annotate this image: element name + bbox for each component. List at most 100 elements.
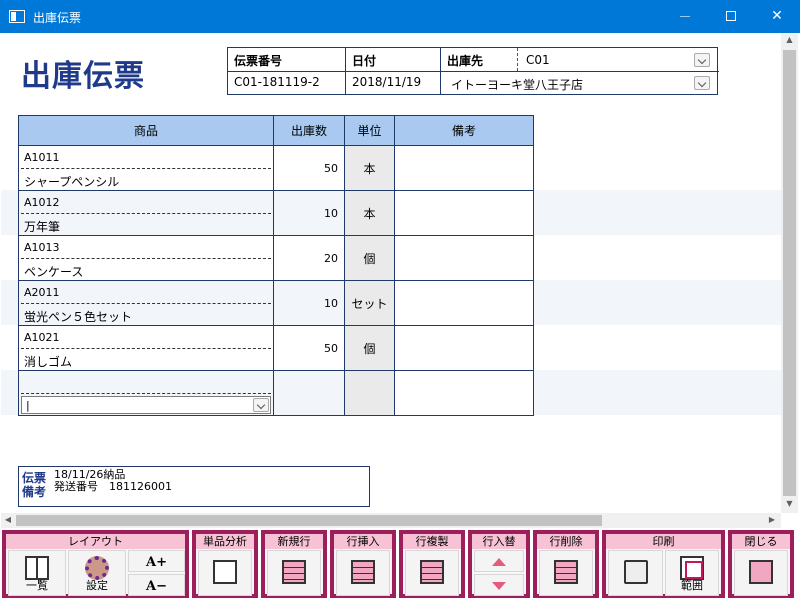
print-range-label: 範囲 [681, 579, 703, 592]
new-item-cell[interactable]: | [18, 370, 274, 416]
new-note-cell[interactable] [394, 370, 534, 416]
note-cell[interactable] [394, 190, 534, 236]
slip-no-value[interactable]: C01-181119-2 [234, 75, 320, 89]
table-row[interactable]: A1012 万年筆 10 本 [18, 190, 534, 236]
unit-cell: 本 [344, 145, 395, 191]
maximize-icon [726, 11, 736, 21]
analysis-button[interactable] [198, 550, 252, 596]
item-code: A1013 [24, 241, 60, 254]
slip-header: 伝票番号 C01-181119-2 日付 2018/11/19 出庫先 C01 … [227, 47, 719, 95]
qty-cell[interactable]: 20 [273, 235, 345, 281]
horizontal-scroll-thumb[interactable] [16, 515, 602, 526]
item-cell[interactable]: A2011 蛍光ペン５色セット [18, 280, 274, 326]
minimize-button[interactable] [662, 0, 708, 33]
dest-label: 出庫先 [447, 54, 484, 68]
slip-memo[interactable]: 伝票備考 18/11/26納品 発送番号 181126001 [18, 466, 370, 507]
dest-code-dropdown[interactable] [694, 53, 710, 67]
copy-row-group-title: 行複製 [403, 534, 461, 549]
memo-label: 伝票備考 [22, 471, 47, 499]
col-header-unit[interactable]: 単位 [344, 115, 395, 146]
qty-cell[interactable]: 10 [273, 190, 345, 236]
vertical-scrollbar[interactable]: ▲ ▼ [781, 33, 798, 513]
font-down-icon: A− [146, 579, 167, 594]
layout-group-title: レイアウト [6, 534, 185, 549]
close-window-button[interactable]: ✕ [754, 0, 800, 33]
note-cell[interactable] [394, 325, 534, 371]
new-qty-cell[interactable] [273, 370, 345, 416]
scroll-left-icon[interactable]: ◀ [1, 515, 15, 524]
new-row-group-title: 新規行 [265, 534, 323, 549]
table-row[interactable]: A1013 ペンケース 20 個 [18, 235, 534, 281]
qty-cell[interactable]: 50 [273, 145, 345, 191]
insert-row-button[interactable] [336, 550, 390, 596]
window-title: 出庫伝票 [33, 11, 82, 25]
note-cell[interactable] [394, 280, 534, 326]
move-row-down-button[interactable] [474, 574, 524, 596]
table-row[interactable]: A2011 蛍光ペン５色セット 10 セット [18, 280, 534, 326]
new-unit-cell [344, 370, 395, 416]
qty-cell[interactable]: 50 [273, 325, 345, 371]
copy-row-group: 行複製 [399, 530, 465, 598]
swap-row-group: 行入替 [468, 530, 530, 598]
delete-row-group: 行削除 [533, 530, 599, 598]
font-down-button[interactable]: A− [128, 574, 185, 596]
new-entry-row[interactable]: | [18, 370, 534, 416]
maximize-button[interactable] [708, 0, 754, 33]
item-name: 蛍光ペン５色セット [24, 310, 133, 324]
slip-no-label: 伝票番号 [234, 54, 283, 68]
date-value[interactable]: 2018/11/19 [352, 75, 421, 89]
settings-button[interactable]: 設定 [68, 550, 126, 596]
list-button[interactable]: 一覧 [8, 550, 66, 596]
note-cell[interactable] [394, 235, 534, 281]
dest-name-value[interactable]: イトーヨーキ堂八王子店 [451, 76, 583, 93]
unit-cell: 本 [344, 190, 395, 236]
close-button[interactable] [734, 550, 788, 596]
item-name: シャープペンシル [24, 175, 120, 189]
unit-cell: 個 [344, 325, 395, 371]
item-cell[interactable]: A1011 シャープペンシル [18, 145, 274, 191]
insert-row-group-title: 行挿入 [334, 534, 392, 549]
swap-row-group-title: 行入替 [472, 534, 526, 549]
item-cell[interactable]: A1021 消しゴム [18, 325, 274, 371]
print-range-button[interactable]: 範囲 [665, 550, 719, 596]
dest-name-dropdown[interactable] [694, 76, 710, 90]
horizontal-scrollbar[interactable]: ◀ ▶ [1, 513, 781, 528]
scroll-down-icon[interactable]: ▼ [781, 499, 798, 508]
font-up-button[interactable]: A+ [128, 550, 185, 572]
item-entry-dropdown[interactable] [253, 398, 269, 412]
analysis-group: 単品分析 [192, 530, 258, 598]
dest-code-value[interactable]: C01 [526, 53, 550, 67]
print-button[interactable] [608, 550, 663, 596]
settings-button-label: 設定 [86, 579, 108, 592]
copy-row-button[interactable] [405, 550, 459, 596]
item-code: A1021 [24, 331, 60, 344]
memo-text[interactable]: 18/11/26納品 発送番号 181126001 [54, 469, 172, 493]
qty-cell[interactable]: 10 [273, 280, 345, 326]
col-header-qty[interactable]: 出庫数 [273, 115, 345, 146]
scroll-up-icon[interactable]: ▲ [781, 35, 798, 44]
unit-cell: セット [344, 280, 395, 326]
item-cell[interactable]: A1013 ペンケース [18, 235, 274, 281]
move-row-up-button[interactable] [474, 550, 524, 572]
magnifier-doc-icon [213, 560, 237, 584]
table-row[interactable]: A1021 消しゴム 50 個 [18, 325, 534, 371]
close-group: 閉じる [728, 530, 794, 598]
item-entry-combo[interactable]: | [21, 396, 271, 414]
list-button-label: 一覧 [26, 579, 48, 592]
command-toolbar: レイアウト 一覧 設定 A+ A− 単品分析 新規行 行挿入 行複製 行入替 行… [0, 528, 800, 600]
new-row-group: 新規行 [261, 530, 327, 598]
entry-caret: | [26, 399, 30, 412]
col-header-item[interactable]: 商品 [18, 115, 274, 146]
scroll-right-icon[interactable]: ▶ [765, 515, 779, 524]
col-header-note[interactable]: 備考 [394, 115, 534, 146]
table-row[interactable]: A1011 シャープペンシル 50 本 [18, 145, 534, 191]
exit-door-icon [749, 560, 773, 584]
form-area: 出庫伝票 伝票番号 C01-181119-2 日付 2018/11/19 出庫先… [1, 33, 781, 513]
vertical-scroll-thumb[interactable] [783, 50, 796, 496]
new-row-button[interactable] [267, 550, 321, 596]
arrow-down-icon [492, 582, 506, 590]
item-cell[interactable]: A1012 万年筆 [18, 190, 274, 236]
date-label: 日付 [352, 54, 377, 68]
note-cell[interactable] [394, 145, 534, 191]
delete-row-button[interactable] [539, 550, 593, 596]
